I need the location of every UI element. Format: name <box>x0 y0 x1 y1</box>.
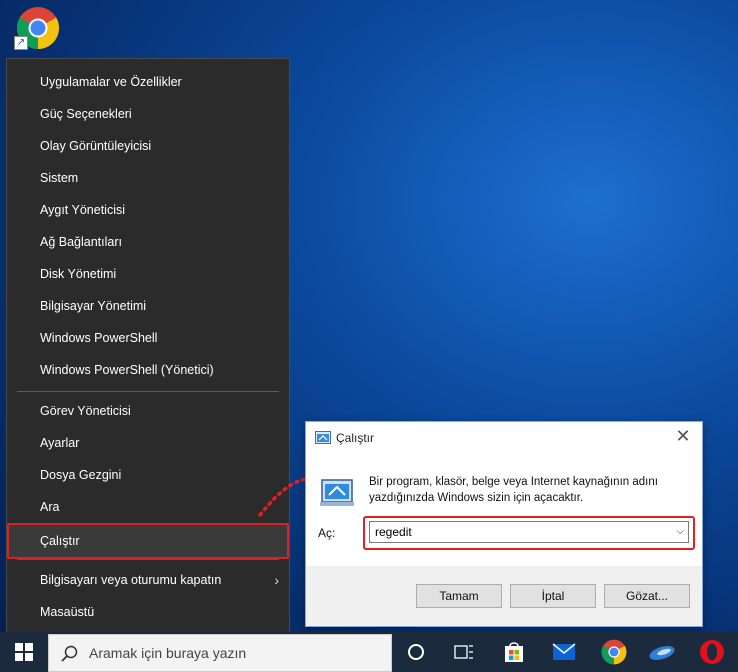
search-icon <box>61 645 78 662</box>
menu-item-disk-management[interactable]: Disk Yönetimi <box>7 259 289 289</box>
chrome-icon[interactable] <box>598 636 630 668</box>
open-input-value: regedit <box>375 525 412 539</box>
taskbar: Aramak için buraya yazın <box>0 632 738 672</box>
run-titlebar[interactable]: Çalıştır ✕ <box>306 422 702 454</box>
ok-button[interactable]: Tamam <box>416 584 502 608</box>
run-description: Bir program, klasör, belge veya Internet… <box>369 476 658 504</box>
menu-item-network-connections[interactable]: Ağ Bağlantıları <box>7 227 289 257</box>
run-dialog: Çalıştır ✕ Bir program, klasör, belge ve… <box>305 421 703 627</box>
menu-item-desktop[interactable]: Masaüstü <box>7 597 289 627</box>
chevron-right-icon: › <box>274 572 279 588</box>
menu-item-powershell-admin[interactable]: Windows PowerShell (Yönetici) <box>7 355 289 385</box>
store-icon[interactable] <box>498 636 530 668</box>
menu-item-file-explorer[interactable]: Dosya Gezgini <box>7 460 289 490</box>
menu-item-device-manager[interactable]: Aygıt Yöneticisi <box>7 195 289 225</box>
menu-item-task-manager[interactable]: Görev Yöneticisi <box>7 396 289 426</box>
run-dialog-title: Çalıştır <box>336 431 375 445</box>
close-icon[interactable]: ✕ <box>672 426 694 448</box>
mail-icon[interactable] <box>548 636 580 668</box>
menu-item-search[interactable]: Ara <box>7 492 289 522</box>
open-field-label: Aç: <box>318 526 336 540</box>
task-view-icon[interactable] <box>448 636 480 668</box>
run-program-icon <box>320 479 354 506</box>
menu-item-settings[interactable]: Ayarlar <box>7 428 289 458</box>
run-title-icon <box>315 431 331 444</box>
edge-icon[interactable] <box>646 636 678 668</box>
start-button[interactable] <box>0 632 48 672</box>
cancel-button[interactable]: İptal <box>510 584 596 608</box>
chevron-down-icon[interactable]: ⌵ <box>676 522 684 542</box>
menu-item-run[interactable]: Çalıştır <box>7 526 289 556</box>
cortana-icon[interactable] <box>400 636 432 668</box>
winx-context-menu: Uygulamalar ve Özellikler Güç Seçenekler… <box>6 58 290 636</box>
windows-start-icon <box>15 643 33 661</box>
opera-icon[interactable] <box>696 636 728 668</box>
chrome-desktop-shortcut[interactable]: ↗ <box>14 6 62 52</box>
menu-item-computer-management[interactable]: Bilgisayar Yönetimi <box>7 291 289 321</box>
menu-item-shutdown[interactable]: Bilgisayarı veya oturumu kapatın › <box>7 565 289 595</box>
menu-item-apps-features[interactable]: Uygulamalar ve Özellikler <box>7 67 289 97</box>
menu-item-system[interactable]: Sistem <box>7 163 289 193</box>
menu-separator <box>17 559 279 560</box>
menu-item-event-viewer[interactable]: Olay Görüntüleyicisi <box>7 131 289 161</box>
shortcut-arrow-icon: ↗ <box>14 36 28 50</box>
browse-button[interactable]: Gözat... <box>604 584 690 608</box>
taskbar-search-box[interactable]: Aramak için buraya yazın <box>48 634 392 672</box>
menu-item-powershell[interactable]: Windows PowerShell <box>7 323 289 353</box>
menu-item-shutdown-label: Bilgisayarı veya oturumu kapatın <box>40 573 222 587</box>
menu-separator <box>17 391 279 392</box>
menu-item-power-options[interactable]: Güç Seçenekleri <box>7 99 289 129</box>
search-placeholder: Aramak için buraya yazın <box>89 645 247 661</box>
open-combobox-input[interactable]: regedit ⌵ <box>369 521 689 543</box>
